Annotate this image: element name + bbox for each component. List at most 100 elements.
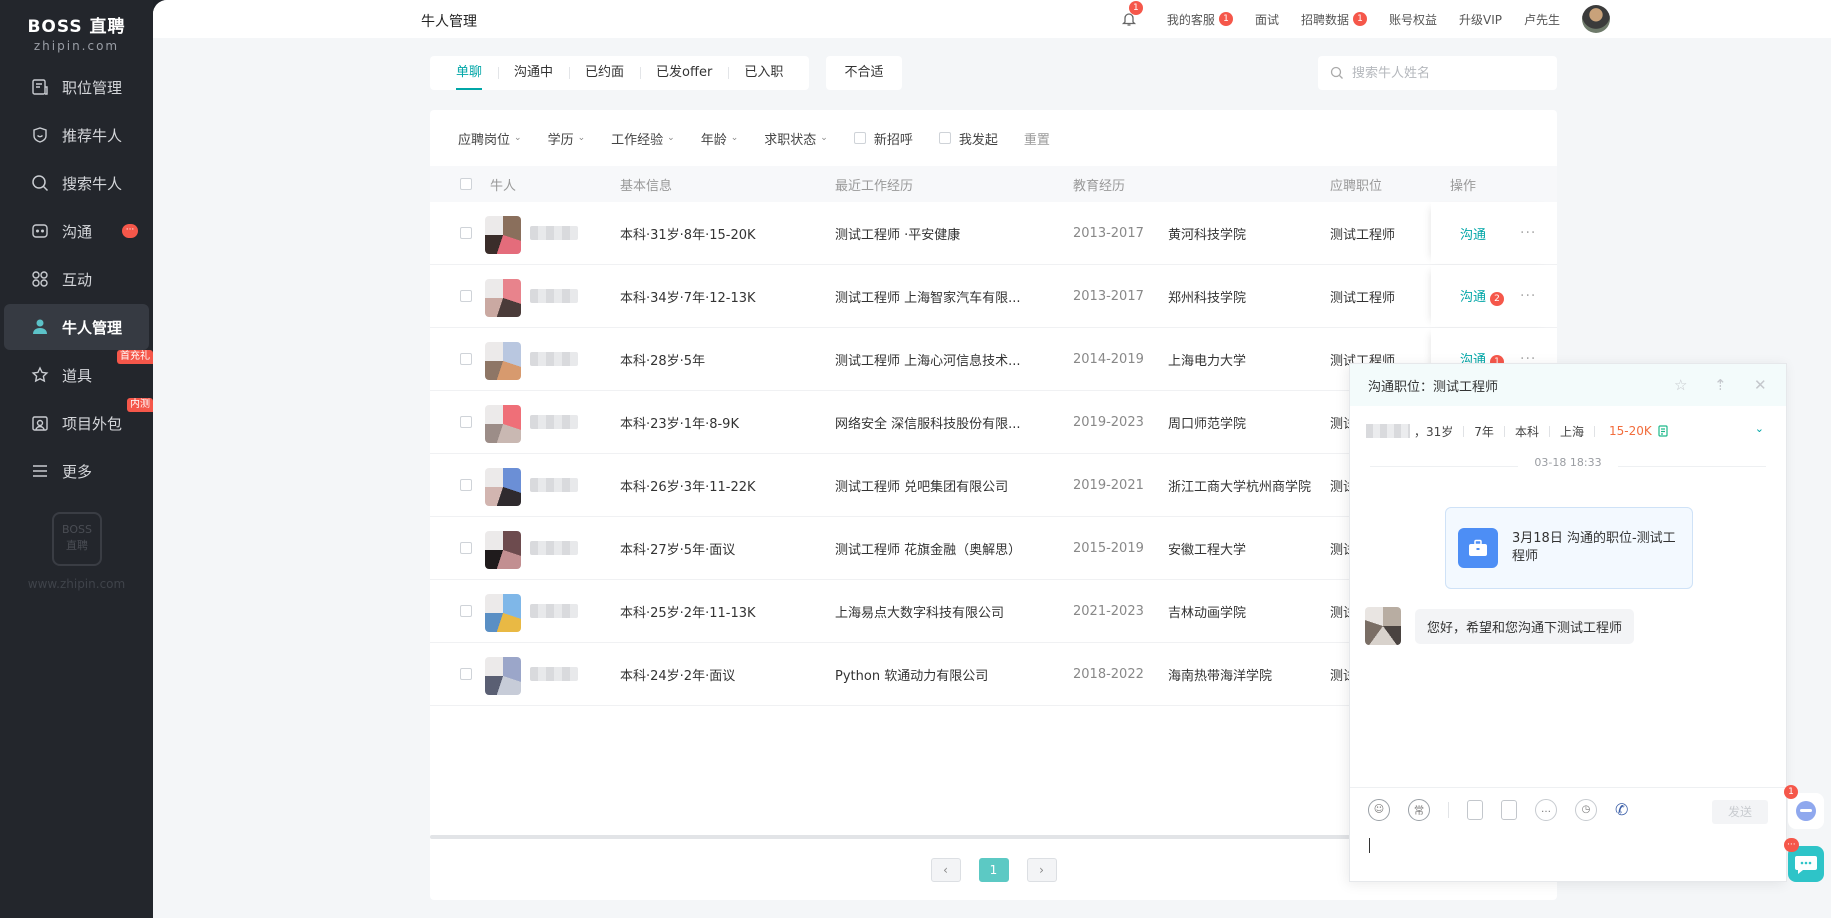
sidebar-item-props[interactable]: 道具 首充礼 [4, 350, 153, 398]
row-checkbox[interactable] [460, 416, 472, 428]
tab-hired[interactable]: 已入职 [728, 56, 799, 90]
top-bar: 牛人管理 1 我的客服 1 面试 招聘数据 1 账号权益 升级VIP 卢先生 [153, 0, 1831, 38]
cell-recent-work: 测试工程师 ·平安健康 [835, 227, 961, 243]
avatar[interactable] [485, 657, 521, 695]
assistant-float-button[interactable]: 1 [1784, 785, 1824, 829]
topnav-account-rights[interactable]: 账号权益 [1389, 11, 1437, 28]
chat-float-button[interactable]: ··· [1784, 838, 1824, 882]
filter-age[interactable]: 年龄 ⌄ [701, 129, 739, 148]
more-icon[interactable]: ··· [1520, 288, 1536, 304]
sidebar-item-job-management[interactable]: 职位管理 [4, 64, 149, 110]
tab-offer-sent[interactable]: 已发offer [640, 56, 728, 90]
common-phrases-icon[interactable]: 常 [1408, 798, 1430, 821]
next-page-button[interactable]: › [1026, 858, 1057, 882]
candidate-name-blurred[interactable] [530, 415, 578, 429]
close-icon[interactable]: ✕ [1754, 376, 1767, 394]
tab-interview-scheduled[interactable]: 已约面 [569, 56, 640, 90]
filter-initiated-by-me[interactable]: 我发起 [938, 129, 998, 148]
row-checkbox[interactable] [460, 605, 472, 617]
sidebar-item-talent-management[interactable]: 牛人管理 [4, 304, 149, 350]
tab-communicating[interactable]: 沟通中 [498, 56, 569, 90]
search-input[interactable] [1352, 65, 1542, 81]
candidate-name-blurred[interactable] [530, 226, 578, 240]
message-icon[interactable]: … [1535, 798, 1557, 821]
table-row[interactable]: 本科·31岁·8年·15-20K 测试工程师 ·平安健康 2013-2017 黄河科技… [430, 202, 1557, 265]
avatar[interactable] [485, 342, 521, 380]
chevron-down-icon: ⌄ [514, 133, 522, 143]
checkbox[interactable] [853, 132, 866, 144]
table-row[interactable]: 本科·34岁·7年·12-13K 测试工程师 上海智家汽车有限... 2013-20… [430, 265, 1557, 328]
chat-icon [30, 221, 50, 241]
filter-applied-job[interactable]: 应聘岗位 ⌄ [458, 129, 522, 148]
avatar[interactable] [1582, 5, 1610, 33]
filter-experience[interactable]: 工作经验 ⌄ [611, 129, 675, 148]
phone-call-icon[interactable]: ✆ [1615, 800, 1628, 819]
reset-filters-button[interactable]: 重置 [1024, 129, 1050, 148]
clock-icon[interactable]: ◷ [1575, 798, 1597, 821]
filter-education[interactable]: 学历 ⌄ [548, 129, 586, 148]
resume-request-icon[interactable] [1467, 799, 1483, 820]
topnav-customer-service[interactable]: 我的客服 1 [1167, 11, 1233, 28]
sidebar-item-outsourcing[interactable]: 项目外包 内测 [4, 398, 153, 446]
row-checkbox[interactable] [460, 290, 472, 302]
star-icon[interactable]: ☆ [1674, 376, 1687, 394]
cell-edu-years: 2019-2023 [1073, 414, 1144, 430]
chat-action-button[interactable]: 沟通 2 [1460, 286, 1505, 306]
avatar[interactable] [485, 531, 521, 569]
brand-logo[interactable]: BOSS 直聘 zhipin.com [0, 12, 153, 53]
avatar[interactable] [485, 594, 521, 632]
notification-bell[interactable]: 1 [1121, 1, 1143, 27]
emoji-icon[interactable]: ☺ [1368, 798, 1390, 821]
sidebar-item-search[interactable]: 搜索牛人 [4, 160, 149, 206]
topnav-user-name[interactable]: 卢先生 [1524, 11, 1560, 28]
cell-edu-years: 2015-2019 [1073, 540, 1144, 556]
sidebar-item-recommend[interactable]: 推荐牛人 [4, 112, 149, 158]
sidebar-item-chat[interactable]: 沟通 ··· [4, 208, 149, 254]
sidebar-item-more[interactable]: 更多 [4, 448, 149, 494]
row-checkbox[interactable] [460, 479, 472, 491]
unfit-button[interactable]: 不合适 [826, 56, 902, 90]
page-title: 牛人管理 [421, 14, 477, 30]
topnav-badge: 1 [1218, 12, 1233, 26]
resume-icon[interactable] [1658, 425, 1668, 437]
sidebar-item-interact[interactable]: 互动 [4, 256, 149, 302]
job-card[interactable]: 3月18日 沟通的职位-测试工程师 [1445, 507, 1693, 589]
unread-dot: ··· [122, 224, 138, 238]
tab-single-chat[interactable]: 单聊 [440, 56, 498, 90]
phone-exchange-icon[interactable] [1501, 799, 1517, 820]
candidate-name-blurred[interactable] [530, 352, 578, 366]
avatar[interactable] [485, 468, 521, 506]
send-button[interactable]: 发送 [1712, 800, 1768, 824]
pin-icon[interactable]: ⇡ [1714, 376, 1727, 394]
candidate-name-blurred[interactable] [530, 289, 578, 303]
briefcase-doc-icon [30, 77, 50, 97]
header-talent: 牛人 [490, 178, 517, 194]
checkbox[interactable] [938, 132, 951, 144]
topnav-recruit-data[interactable]: 招聘数据 1 [1301, 11, 1367, 28]
row-checkbox[interactable] [460, 227, 472, 239]
avatar[interactable] [485, 216, 521, 254]
sidebar: BOSS 直聘 zhipin.com 职位管理 推荐牛人 搜索牛人 沟通 ···… [0, 0, 153, 918]
cell-basic-info: 本科·26岁·3年·11-22K [620, 479, 756, 495]
chevron-down-icon[interactable]: ⌄ [1755, 422, 1764, 435]
select-all-checkbox[interactable] [460, 178, 472, 190]
topnav-interview[interactable]: 面试 [1255, 11, 1279, 28]
page-1-button[interactable]: 1 [978, 858, 1009, 882]
candidate-name-blurred[interactable] [530, 667, 578, 681]
topnav-badge: 1 [1352, 12, 1367, 26]
chat-input[interactable] [1368, 839, 1758, 869]
row-checkbox[interactable] [460, 353, 472, 365]
more-icon[interactable]: ··· [1520, 225, 1536, 241]
filter-new-greeting[interactable]: 新招呼 [853, 129, 913, 148]
topnav-upgrade-vip[interactable]: 升级VIP [1459, 11, 1502, 28]
avatar[interactable] [485, 405, 521, 443]
chat-action-button[interactable]: 沟通 [1460, 224, 1486, 243]
candidate-name-blurred[interactable] [530, 478, 578, 492]
row-checkbox[interactable] [460, 542, 472, 554]
row-checkbox[interactable] [460, 668, 472, 680]
candidate-name-blurred[interactable] [530, 604, 578, 618]
avatar[interactable] [485, 279, 521, 317]
prev-page-button[interactable]: ‹ [930, 858, 961, 882]
filter-job-status[interactable]: 求职状态 ⌄ [764, 129, 828, 148]
candidate-name-blurred[interactable] [530, 541, 578, 555]
